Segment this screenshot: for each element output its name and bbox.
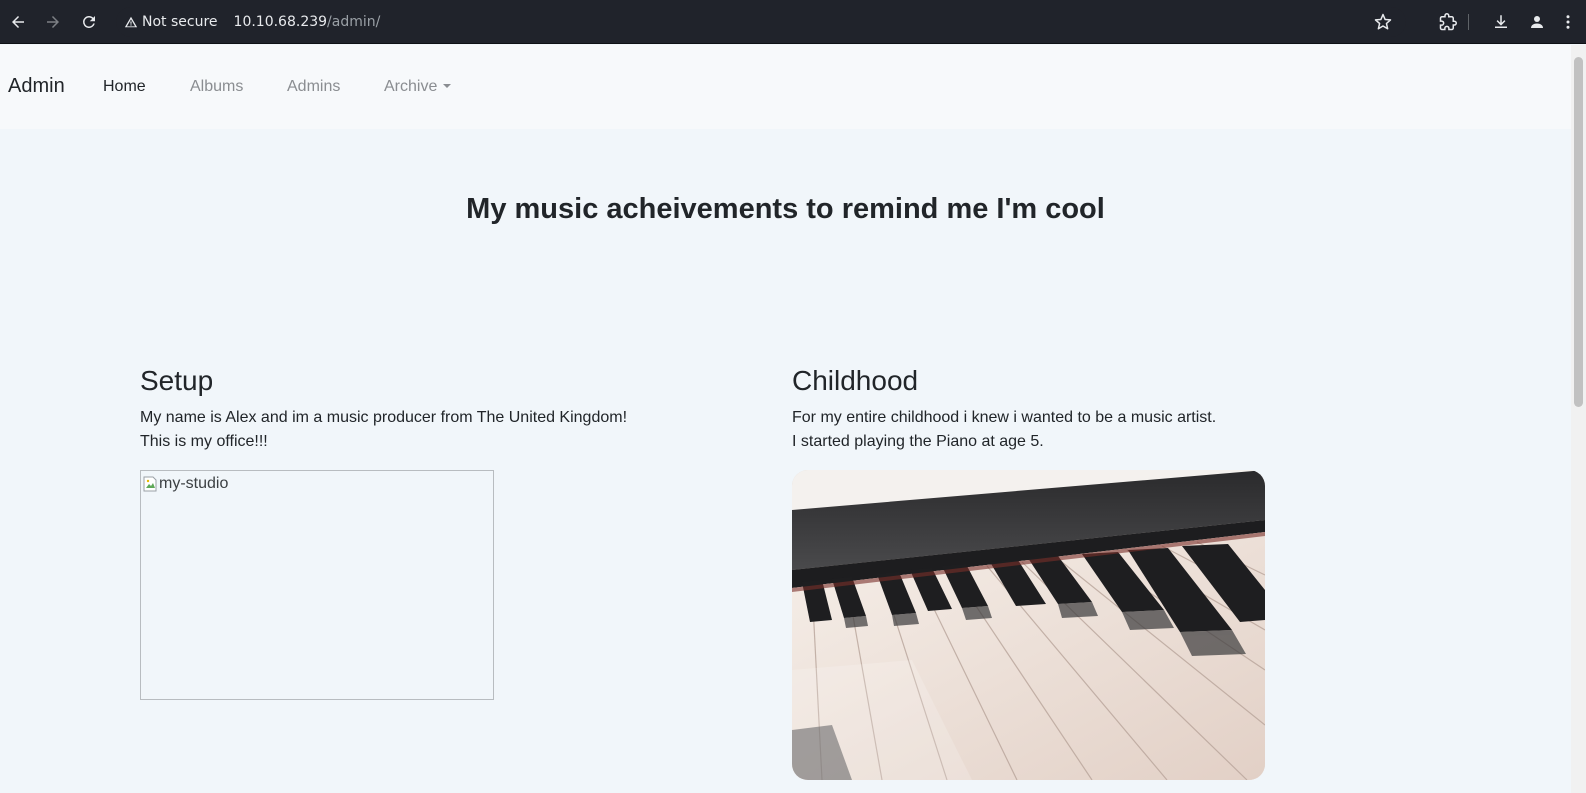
page-heading: My music acheivements to remind me I'm c… <box>466 193 1105 225</box>
section-description: My name is Alex and im a music producer … <box>140 406 627 454</box>
piano-keys-photo <box>792 470 1265 780</box>
section-line: My name is Alex and im a music producer … <box>140 409 628 426</box>
page-scrollbar[interactable] <box>1571 45 1586 793</box>
menu-button[interactable] <box>1556 7 1580 37</box>
navbar-brand[interactable]: Admin <box>8 75 65 98</box>
piano-image <box>792 470 1265 780</box>
image-alt-text: my-studio <box>143 475 228 493</box>
extensions-button[interactable] <box>1433 7 1463 37</box>
nav-link-archive-label: Archive <box>384 78 438 95</box>
section-heading: Setup <box>140 365 214 396</box>
nav-link-home[interactable]: Home <box>103 78 146 96</box>
profile-button[interactable] <box>1522 7 1552 37</box>
caret-down-icon <box>443 83 452 88</box>
site-navbar: Admin Home Albums Admins Archive <box>0 45 1571 129</box>
url-host: 10.10.68.239 <box>233 14 328 30</box>
image-alt-label: my-studio <box>159 475 229 492</box>
browser-toolbar: Not secure 10.10.68.239/admin/ <box>0 0 1586 44</box>
url-text: 10.10.68.239/admin/ <box>234 14 381 30</box>
section-description: For my entire childhood i knew i wanted … <box>792 406 1265 454</box>
puzzle-piece-icon <box>1439 13 1457 31</box>
nav-dropdown-archive[interactable]: Archive <box>384 78 452 96</box>
security-indicator[interactable]: Not secure <box>116 10 226 34</box>
section-line: I started playing the Piano at age 5. <box>792 433 1044 450</box>
section-heading: Childhood <box>792 365 919 396</box>
address-bar[interactable]: Not secure 10.10.68.239/admin/ <box>116 7 1406 37</box>
bookmark-star-icon[interactable] <box>1374 13 1392 31</box>
toolbar-separator <box>1468 14 1469 30</box>
section-line: For my entire childhood i knew i wanted … <box>792 409 1217 426</box>
back-button[interactable] <box>3 7 33 37</box>
warning-triangle-icon <box>124 16 138 28</box>
section-childhood: Childhood For my entire childhood i knew… <box>792 365 1265 780</box>
forward-button[interactable] <box>38 7 68 37</box>
section-line: This is my office!!! <box>140 433 268 450</box>
studio-image-broken: my-studio <box>140 470 494 700</box>
forward-arrow-icon <box>47 16 59 28</box>
broken-image-icon <box>143 476 157 492</box>
reload-button[interactable] <box>74 7 104 37</box>
page-viewport: Admin Home Albums Admins Archive My musi… <box>0 45 1586 793</box>
section-setup: Setup My name is Alex and im a music pro… <box>140 365 627 700</box>
person-icon <box>1531 16 1543 28</box>
more-vertical-icon <box>1566 15 1570 29</box>
reload-icon <box>83 15 95 28</box>
nav-link-admins[interactable]: Admins <box>287 78 340 96</box>
security-label: Not secure <box>142 14 218 30</box>
back-arrow-icon <box>12 16 24 28</box>
nav-link-albums[interactable]: Albums <box>190 78 243 96</box>
download-icon <box>1495 15 1507 28</box>
url-path: /admin/ <box>327 14 381 30</box>
scrollbar-thumb[interactable] <box>1574 57 1583 407</box>
downloads-button[interactable] <box>1486 7 1516 37</box>
